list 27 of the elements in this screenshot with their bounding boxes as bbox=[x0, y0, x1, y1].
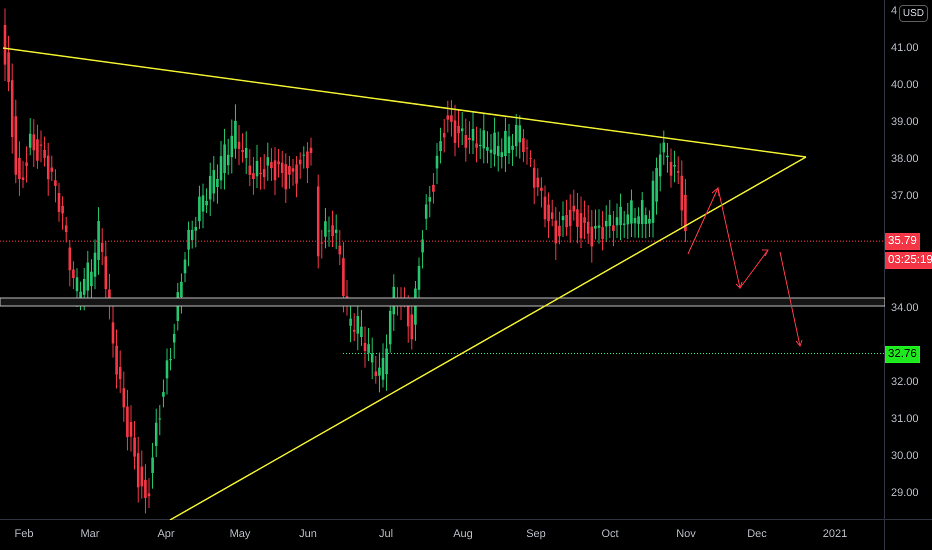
price-label: 29.00 bbox=[891, 486, 919, 500]
countdown-badge: 03:25:19 bbox=[885, 252, 932, 270]
currency-button[interactable]: USD bbox=[898, 5, 928, 22]
month-label: Oct bbox=[601, 528, 619, 540]
price-label: 41.00 bbox=[891, 41, 919, 55]
month-label: Nov bbox=[676, 528, 696, 540]
month-label: Mar bbox=[80, 528, 100, 540]
price-label: 38.00 bbox=[891, 152, 919, 166]
price-label: 37.00 bbox=[891, 189, 919, 204]
month-label: Sep bbox=[526, 528, 546, 540]
month-label: Dec bbox=[747, 528, 767, 540]
month-label: Aug bbox=[453, 528, 473, 540]
month-label: Jun bbox=[299, 528, 317, 540]
month-label: 2021 bbox=[822, 528, 848, 540]
price-label: 40.00 bbox=[891, 78, 919, 92]
month-label: May bbox=[230, 528, 250, 540]
month-label: Apr bbox=[157, 528, 175, 540]
price-label: 4 bbox=[891, 4, 898, 18]
month-label: Jul bbox=[378, 528, 394, 540]
price-label: 30.00 bbox=[891, 448, 919, 463]
price-label: 31.00 bbox=[891, 412, 919, 426]
price-label: 34.00 bbox=[891, 300, 919, 315]
month-label: Feb bbox=[14, 528, 34, 540]
price-label: 39.00 bbox=[891, 115, 919, 130]
price-label: 32.00 bbox=[891, 374, 919, 389]
target-price-badge: 32.76 bbox=[885, 346, 920, 363]
last-price-badge: 35.79 bbox=[885, 233, 920, 250]
